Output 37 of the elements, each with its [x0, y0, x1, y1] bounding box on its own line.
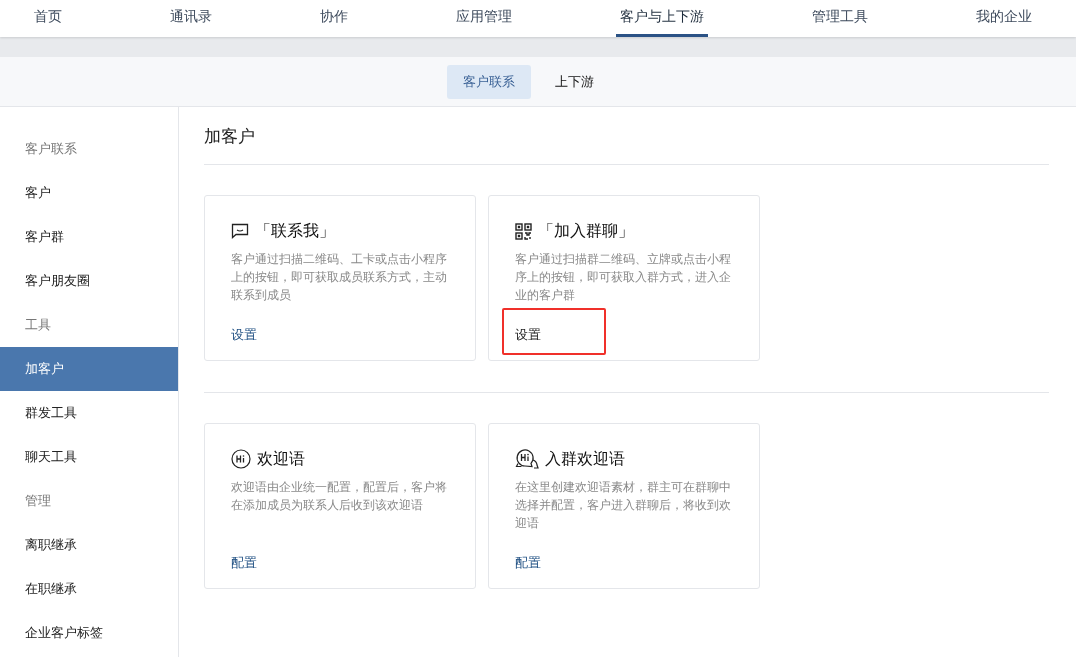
card-action-link[interactable]: 配置 [515, 555, 541, 570]
card-description: 欢迎语由企业统一配置，配置后，客户将在添加成员为联系人后收到该欢迎语 [231, 479, 448, 514]
sidebar-item[interactable]: 加客户 [0, 347, 178, 391]
card-action-link[interactable]: 设置 [515, 327, 541, 342]
nav-tab[interactable]: 管理工具 [808, 0, 872, 37]
card-title: 欢迎语 [257, 448, 305, 470]
nav-tab[interactable]: 首页 [30, 0, 66, 37]
card-action-link[interactable]: 设置 [231, 327, 257, 342]
sidebar-item[interactable]: 企业客户标签 [0, 611, 178, 655]
nav-tab[interactable]: 协作 [316, 0, 352, 37]
message-icon [231, 223, 249, 239]
sidebar-item[interactable]: 离职继承 [0, 523, 178, 567]
sidebar-item[interactable]: 客户 [0, 171, 178, 215]
sub-tab[interactable]: 上下游 [538, 64, 610, 99]
card-title: 入群欢迎语 [545, 448, 625, 470]
card-description: 客户通过扫描二维码、工卡或点击小程序上的按钮，即可获取成员联系方式，主动联系到成员 [231, 251, 448, 304]
sub-tab[interactable]: 客户联系 [446, 64, 531, 99]
sidebar-item[interactable]: 客户朋友圈 [0, 259, 178, 303]
sidebar-item[interactable]: 在职继承 [0, 567, 178, 611]
hi-badge-icon [231, 449, 251, 469]
card-description: 客户通过扫描群二维码、立牌或点击小程序上的按钮，即可获取入群方式，进入企业的客户群 [515, 251, 732, 304]
card-action-link[interactable]: 配置 [231, 555, 257, 570]
sidebar-heading: 工具 [24, 316, 52, 334]
page-title: 加客户 [204, 107, 1049, 165]
sidebar-item[interactable]: 客户群 [0, 215, 178, 259]
card-title: 「加入群聊」 [538, 220, 634, 242]
nav-tab[interactable]: 我的企业 [972, 0, 1036, 37]
sidebar-item[interactable]: 群发工具 [0, 391, 178, 435]
hi-chat-bubbles-icon [515, 448, 539, 470]
sidebar-item[interactable]: 聊天工具 [0, 435, 178, 479]
sidebar-heading: 客户联系 [24, 140, 78, 158]
card-description: 在这里创建欢迎语素材，群主可在群聊中选择并配置，客户进入群聊后，将收到欢迎语 [515, 479, 732, 532]
nav-tab[interactable]: 通讯录 [166, 0, 216, 37]
nav-tab[interactable]: 应用管理 [452, 0, 516, 37]
sidebar-heading: 管理 [24, 492, 52, 510]
card-title: 「联系我」 [255, 220, 335, 242]
qr-code-icon [515, 222, 532, 240]
